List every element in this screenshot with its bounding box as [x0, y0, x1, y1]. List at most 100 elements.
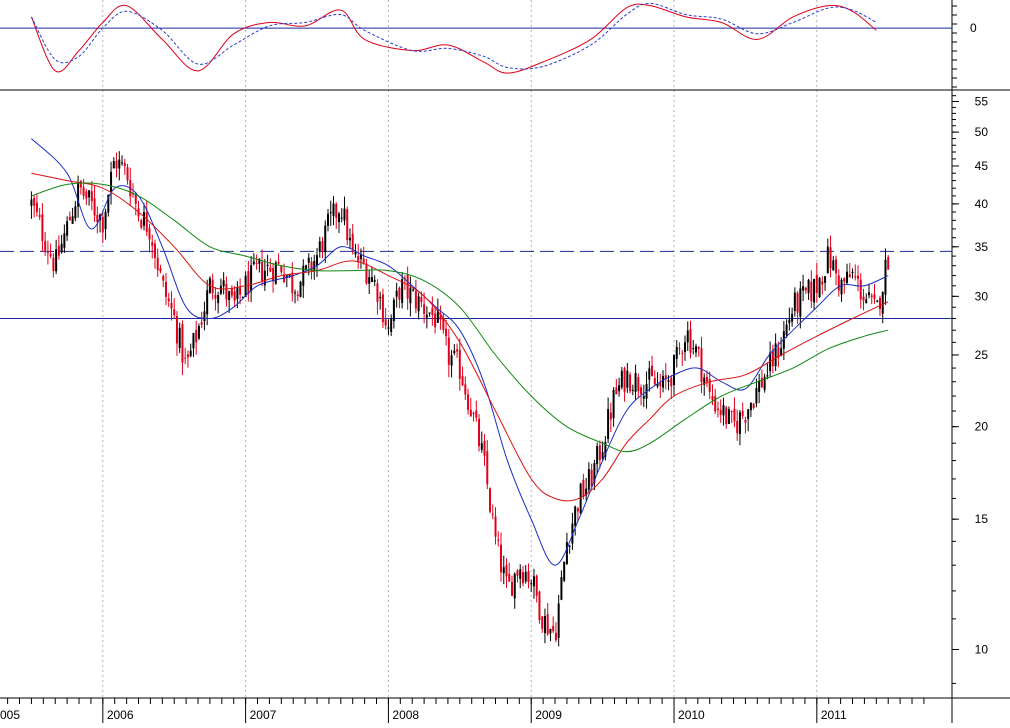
candle-body — [44, 241, 47, 251]
candle-body — [848, 274, 851, 278]
candle — [857, 265, 860, 292]
candle — [439, 305, 442, 330]
candle-body — [222, 280, 225, 287]
candle-body — [607, 409, 610, 440]
candle — [634, 364, 637, 400]
candle-body — [837, 275, 840, 291]
candle — [867, 283, 870, 299]
candle — [153, 239, 156, 269]
candle — [49, 243, 52, 259]
candle-body — [57, 245, 60, 256]
candle-body — [428, 312, 431, 314]
candle-body — [508, 573, 511, 582]
candle — [96, 206, 99, 234]
candle — [741, 402, 744, 420]
candle — [554, 622, 557, 643]
candle-body — [461, 376, 464, 386]
candle-body — [277, 261, 280, 264]
candle-body — [793, 292, 796, 311]
candle-body — [434, 313, 437, 328]
candle-body — [637, 377, 640, 392]
candle — [747, 408, 750, 432]
candle — [675, 340, 678, 368]
candle — [596, 442, 599, 474]
candle-body — [832, 260, 835, 271]
candle — [373, 275, 376, 287]
candle-body — [337, 213, 340, 223]
candle — [398, 286, 401, 309]
candle-body — [370, 277, 373, 283]
candle — [140, 218, 143, 230]
candle-body — [851, 271, 854, 274]
candle — [500, 532, 503, 582]
candle-body — [217, 294, 220, 304]
candle — [379, 291, 382, 310]
candle — [63, 224, 66, 253]
candle — [329, 200, 332, 226]
candle-body — [887, 256, 890, 270]
candle-body — [741, 411, 744, 416]
candle — [557, 594, 560, 647]
candle-body — [52, 257, 55, 271]
candle-body — [346, 209, 349, 241]
candle-body — [115, 160, 118, 169]
candle — [568, 544, 571, 554]
candle — [815, 262, 818, 303]
candle — [387, 319, 390, 336]
candle-body — [472, 412, 475, 414]
candle-body — [527, 571, 530, 583]
candle — [788, 307, 791, 331]
candle-body — [296, 294, 299, 297]
candle — [870, 293, 873, 305]
candle-body — [840, 279, 843, 295]
candle — [631, 384, 634, 396]
candle — [840, 277, 843, 302]
candle-body — [733, 408, 736, 422]
candle-body — [675, 346, 678, 360]
candle — [252, 253, 255, 266]
candle-body — [714, 396, 717, 412]
candle-body — [521, 571, 524, 584]
candle — [285, 274, 288, 288]
candle — [68, 211, 71, 221]
candle — [123, 158, 126, 175]
candle-body — [662, 376, 665, 388]
x-tick-label: 2011 — [821, 708, 847, 722]
candle-body — [563, 561, 566, 581]
candle-body — [118, 159, 121, 169]
candle-body — [340, 217, 343, 219]
candle-body — [642, 396, 645, 399]
candle-body — [170, 303, 173, 309]
candle-body — [532, 576, 535, 587]
candle — [686, 321, 689, 352]
candle-body — [494, 516, 497, 537]
candle-body — [810, 281, 813, 302]
candle — [623, 366, 626, 402]
candle-body — [722, 405, 725, 416]
candle-body — [175, 316, 178, 344]
candle-body — [771, 350, 774, 367]
stock-chart: 0 10 15 20 25 30 35 40 45 50 55 005 2006 2007 2008 2009… — [0, 0, 1010, 723]
price-tick-label: 40 — [975, 197, 989, 211]
candle — [494, 507, 497, 545]
candle-body — [214, 294, 217, 299]
candle — [82, 178, 85, 200]
candle-body — [294, 292, 297, 294]
x-tick-label: 2008 — [392, 708, 419, 722]
candle — [112, 157, 115, 169]
candle — [637, 373, 640, 398]
candle — [497, 531, 500, 547]
candle-body — [538, 591, 541, 620]
candle-body — [250, 265, 253, 292]
candle-body — [104, 211, 107, 230]
candle-body — [601, 452, 604, 459]
candle-body — [673, 355, 676, 386]
candle — [876, 299, 879, 303]
candle-body — [681, 352, 684, 354]
candle — [129, 167, 132, 206]
candle — [469, 397, 472, 417]
candle-body — [35, 202, 38, 213]
candle — [593, 459, 596, 491]
candle — [357, 243, 360, 269]
candle — [692, 340, 695, 355]
